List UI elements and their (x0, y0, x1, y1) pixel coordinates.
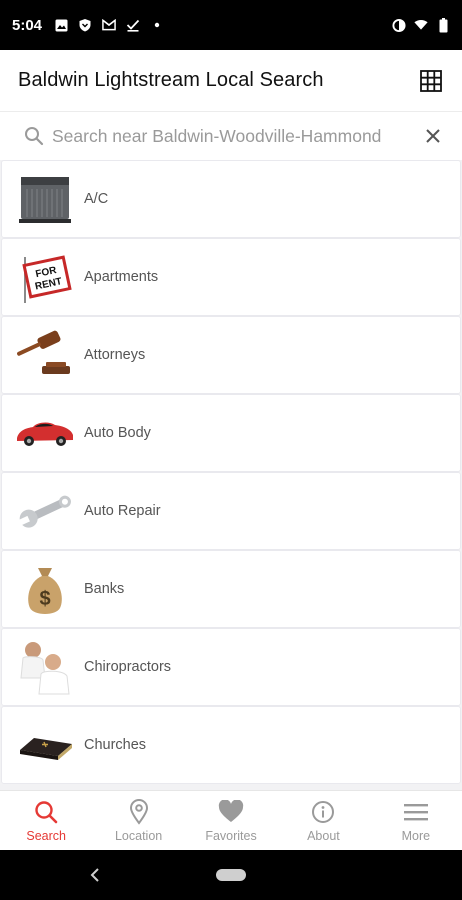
shield-icon (78, 18, 92, 32)
search-icon (24, 126, 44, 146)
red-car-icon (12, 402, 78, 464)
nav-label: Search (26, 828, 66, 843)
status-icons-left (54, 18, 164, 32)
home-pill[interactable] (216, 869, 246, 881)
list-item-apartments[interactable]: FOR RENT Apartments (1, 238, 461, 316)
list-item-ac[interactable]: A/C (1, 160, 461, 238)
nav-label: Location (114, 828, 163, 843)
list-item-attorneys[interactable]: Attorneys (1, 316, 461, 394)
for-rent-sign-icon: FOR RENT (12, 246, 78, 308)
nav-favorites[interactable]: Favorites (185, 791, 277, 850)
status-bar: 5:04 (0, 0, 462, 50)
app-bar: Baldwin Lightstream Local Search (0, 50, 462, 112)
app-title: Baldwin Lightstream Local Search (18, 69, 324, 91)
mail-icon (102, 18, 116, 32)
back-icon[interactable] (86, 865, 106, 885)
list-item-auto-body[interactable]: Auto Body (1, 394, 461, 472)
category-list: A/C FOR RENT Apartments Attorneys Auto B… (0, 160, 462, 790)
check-download-icon (126, 18, 140, 32)
wifi-icon (414, 18, 428, 32)
menu-icon (403, 799, 429, 825)
grid-icon[interactable] (418, 68, 444, 94)
list-item-label: Churches (84, 737, 147, 753)
list-item-label: A/C (84, 191, 109, 207)
search-input[interactable] (52, 125, 410, 147)
dot-icon (150, 18, 164, 32)
list-item-auto-repair[interactable]: Auto Repair (1, 472, 461, 550)
search-icon (33, 799, 59, 825)
status-time: 5:04 (12, 16, 43, 34)
nav-about[interactable]: About (277, 791, 369, 850)
chiropractor-icon (12, 636, 78, 698)
list-item-label: Auto Repair (84, 503, 161, 519)
list-item-label: Chiropractors (84, 659, 172, 675)
nav-search[interactable]: Search (0, 791, 92, 850)
wrench-icon (12, 480, 78, 542)
money-bag-icon: $ (12, 558, 78, 620)
list-item-label: Apartments (84, 269, 159, 285)
list-item-chiropractors[interactable]: Chiropractors (1, 628, 461, 706)
close-icon[interactable] (420, 123, 446, 149)
list-item-label: Attorneys (84, 347, 146, 363)
heart-icon (218, 799, 244, 825)
info-icon (310, 799, 336, 825)
data-saver-icon (392, 18, 406, 32)
list-item-label: Banks (84, 581, 125, 597)
nav-label: More (401, 828, 431, 843)
system-nav-bar (0, 850, 462, 900)
nav-label: About (307, 828, 340, 843)
image-icon (54, 18, 68, 32)
bottom-nav: Search Location Favorites About More (0, 790, 462, 850)
list-item-churches[interactable]: Churches (1, 706, 461, 784)
list-item-label: Auto Body (84, 425, 151, 441)
gavel-icon (12, 324, 78, 386)
status-icons-right (392, 17, 450, 32)
location-pin-icon (126, 798, 152, 825)
list-item-banks[interactable]: $ Banks (1, 550, 461, 628)
svg-text:$: $ (39, 588, 50, 610)
battery-icon (436, 17, 450, 32)
bible-icon (12, 714, 78, 776)
search-bar (0, 113, 462, 159)
nav-location[interactable]: Location (92, 791, 184, 850)
ac-unit-icon (12, 168, 78, 230)
nav-label: Favorites (205, 828, 257, 843)
nav-more[interactable]: More (370, 791, 462, 850)
